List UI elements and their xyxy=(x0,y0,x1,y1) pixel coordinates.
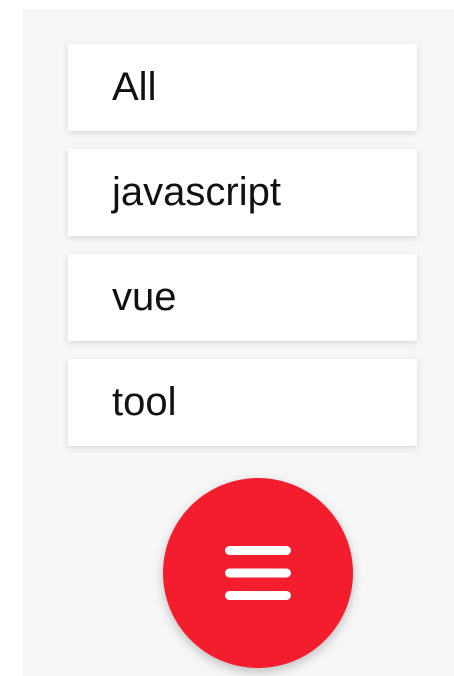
menu-toggle-button[interactable] xyxy=(163,478,353,668)
category-menu: All javascript vue tool xyxy=(68,44,417,446)
menu-item-label: javascript xyxy=(112,170,281,214)
menu-item-tool[interactable]: tool xyxy=(68,359,417,446)
menu-item-all[interactable]: All xyxy=(68,44,417,131)
filter-panel: All javascript vue tool xyxy=(23,9,454,676)
menu-item-label: All xyxy=(112,65,157,109)
menu-icon xyxy=(225,546,291,600)
menu-item-javascript[interactable]: javascript xyxy=(68,149,417,236)
menu-item-label: tool xyxy=(112,380,177,424)
menu-item-vue[interactable]: vue xyxy=(68,254,417,341)
menu-item-label: vue xyxy=(112,275,177,319)
